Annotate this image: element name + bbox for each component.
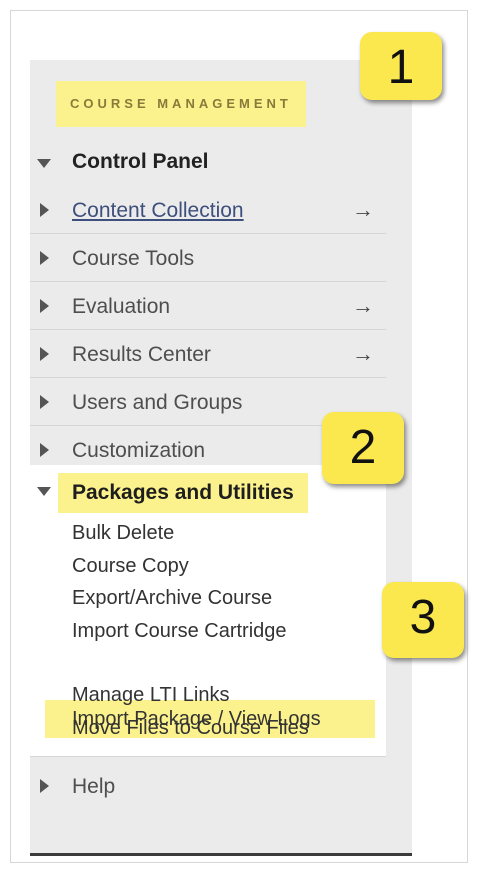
subitem-export-archive-course[interactable]: Export/Archive Course	[72, 587, 272, 610]
packages-and-utilities-section: Packages and Utilities Bulk Delete Cours…	[30, 465, 386, 757]
triangle-down-icon[interactable]	[37, 487, 51, 496]
panel-header: COURSE MANAGEMENT	[30, 60, 386, 128]
menu-item-label[interactable]: Help	[72, 775, 115, 799]
control-panel-row[interactable]: Control Panel	[30, 138, 386, 186]
callout-badge-3: 3	[382, 582, 464, 658]
control-panel-label: Control Panel	[72, 150, 209, 173]
triangle-right-icon[interactable]	[40, 395, 49, 409]
menu-item-label[interactable]: Content Collection	[72, 199, 244, 223]
menu-item-label[interactable]: Course Tools	[72, 247, 194, 271]
triangle-right-icon[interactable]	[40, 347, 49, 361]
triangle-right-icon[interactable]	[40, 299, 49, 313]
triangle-down-icon	[37, 159, 51, 168]
callout-badge-2: 2	[322, 412, 404, 484]
triangle-right-icon[interactable]	[40, 443, 49, 457]
arrow-right-icon[interactable]: →	[352, 341, 374, 367]
triangle-right-icon[interactable]	[40, 779, 49, 793]
menu-item-label[interactable]: Evaluation	[72, 295, 170, 319]
triangle-right-icon[interactable]	[40, 203, 49, 217]
menu-item-help[interactable]: Help	[30, 760, 386, 818]
subitem-course-copy[interactable]: Course Copy	[72, 555, 189, 578]
menu-item-results-center[interactable]: Results Center →	[30, 330, 386, 378]
callout-badge-1: 1	[360, 32, 442, 100]
triangle-right-icon[interactable]	[40, 251, 49, 265]
menu-item-evaluation[interactable]: Evaluation →	[30, 282, 386, 330]
packages-highlight: Packages and Utilities	[58, 473, 308, 513]
menu-item-label[interactable]: Users and Groups	[72, 391, 242, 415]
arrow-right-icon[interactable]: →	[352, 293, 374, 319]
menu-item-label[interactable]: Customization	[72, 439, 205, 463]
subitem-move-files-to-course-files[interactable]: Move Files to Course Files	[72, 717, 309, 740]
packages-and-utilities-label[interactable]: Packages and Utilities	[72, 481, 294, 504]
menu-item-label[interactable]: Results Center	[72, 343, 211, 367]
menu-item-content-collection[interactable]: Content Collection →	[30, 186, 386, 234]
arrow-right-icon[interactable]: →	[352, 197, 374, 223]
course-management-heading: COURSE MANAGEMENT	[56, 81, 306, 127]
screenshot: COURSE MANAGEMENT Control Panel Content …	[0, 0, 480, 871]
subitem-manage-lti-links[interactable]: Manage LTI Links	[72, 684, 230, 707]
subitem-bulk-delete[interactable]: Bulk Delete	[72, 522, 174, 545]
subitem-import-course-cartridge[interactable]: Import Course Cartridge	[72, 620, 287, 643]
menu-item-course-tools[interactable]: Course Tools	[30, 234, 386, 282]
